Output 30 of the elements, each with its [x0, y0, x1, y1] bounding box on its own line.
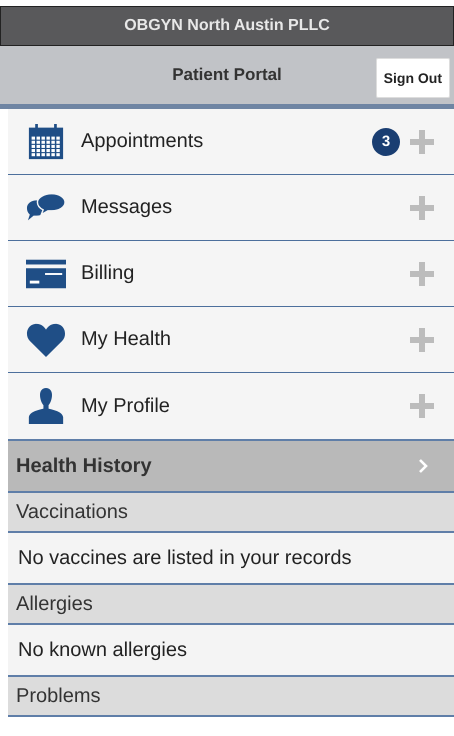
menu-label: Appointments	[81, 130, 204, 153]
heart-icon	[26, 322, 66, 358]
menu-label: Messages	[81, 196, 174, 219]
sign-out-button[interactable]: Sign Out	[376, 58, 450, 98]
menu-item[interactable]: Messages	[8, 175, 454, 241]
plus-icon[interactable]	[410, 328, 434, 352]
menu-item[interactable]: My Health	[8, 307, 454, 373]
section-title: Health History	[16, 454, 152, 478]
menu-label: My Profile	[81, 394, 171, 418]
menu-label: My Health	[81, 328, 172, 351]
category-heading: Vaccinations	[8, 493, 454, 533]
menu-item[interactable]: Billing	[8, 241, 454, 307]
record-text: No known allergies	[8, 625, 454, 677]
person-icon	[26, 388, 66, 424]
plus-icon[interactable]	[410, 196, 434, 220]
menu-item[interactable]: My Profile	[8, 373, 454, 439]
plus-icon[interactable]	[410, 130, 434, 154]
category-heading: Problems	[8, 677, 454, 717]
plus-icon[interactable]	[410, 262, 434, 286]
calendar-icon	[26, 124, 66, 160]
plus-icon[interactable]	[410, 394, 434, 418]
menu-label: Billing	[81, 262, 136, 285]
page-title: Patient Portal	[172, 65, 282, 85]
menu-item[interactable]: Appointments 3	[8, 109, 454, 175]
record-text: No vaccines are listed in your records	[8, 533, 454, 585]
count-badge: 3	[372, 128, 400, 156]
practice-name: OBGYN North Austin PLLC	[124, 17, 330, 35]
category-heading: Allergies	[8, 585, 454, 625]
section-header[interactable]: Health History	[8, 439, 454, 493]
chevron-right-icon	[418, 458, 428, 474]
